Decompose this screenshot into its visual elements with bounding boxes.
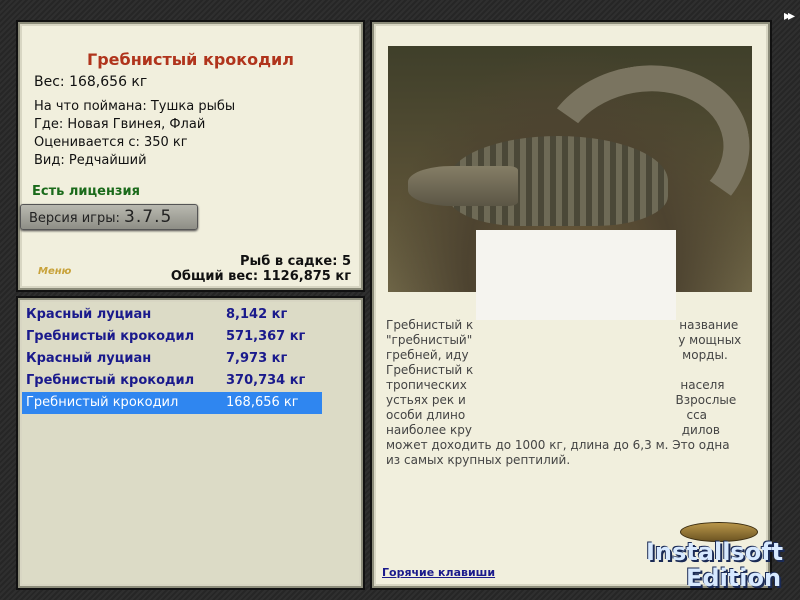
fish-detail-panel: Гребнистый к название "гребнистый" у мощн… [370,20,772,590]
catch-list-panel: Красный луциан 8,142 кг Гребнистый крокоди… [16,296,365,590]
license-status: Есть лицензия [32,184,140,199]
catch-name: Гребнистый крокодил [26,395,179,410]
catch-weight: 168,656 кг [226,395,299,410]
catch-weight: 7,973 кг [226,351,288,366]
version-badge: Версия игры: 3.7.5 [20,204,198,230]
catch-name: Гребнистый крокодил [26,329,195,344]
description-line: устьях рек и Взрослые [386,393,737,407]
version-value: 3.7.5 [124,207,173,227]
fish-title: Гребнистый крокодил [87,50,294,69]
catch-weight: 8,142 кг [226,307,288,322]
description-line: Гребнистый к название [386,318,739,332]
fact-valued-from: Оценивается с: 350 кг [34,135,188,150]
forward-arrows-icon[interactable]: ▸▸ [784,8,795,24]
description-line: особи длино сса [386,408,708,422]
cage-stats: Рыб в садке: 5 Общий вес: 1126,875 кг [171,254,351,284]
fish-info-panel: Гребнистый крокодил Вес: 168,656 кг На ч… [16,20,365,292]
catch-name: Красный луциан [26,351,152,366]
logo-line1: Installsoft [646,538,784,566]
catch-row[interactable]: Гребнистый крокодил 571,367 кг [22,326,322,348]
description-line: "гребнистый" у мощных [386,333,742,347]
description-line: гребней, иду морды. [386,348,728,362]
description-line: наиболее кру дилов [386,423,720,437]
fish-facts: На что поймана: Тушка рыбы Где: Новая Гв… [34,98,235,170]
app-frame: ▸▸ Гребнистый крокодил Вес: 168,656 кг Н… [0,0,800,600]
crocodile-head [408,166,518,206]
description-line: из самых крупных рептилий. [386,453,571,467]
menu-button[interactable]: Меню [38,266,71,277]
catch-list: Красный луциан 8,142 кг Гребнистый крокоди… [22,304,322,414]
fact-bait: На что поймана: Тушка рыбы [34,99,236,114]
fact-location: Где: Новая Гвинея, Флай [34,117,206,132]
catch-row[interactable]: Красный луциан 8,142 кг [22,304,322,326]
fact-rarity: Вид: Редчайший [34,153,147,168]
fish-description: Гребнистый к название "гребнистый" у мощн… [386,318,756,468]
catch-name: Гребнистый крокодил [26,373,195,388]
description-line: может доходить до 1000 кг, длина до 6,3 … [386,438,730,452]
description-line: тропических населя [386,378,725,392]
blank-overlay [476,230,676,320]
catch-row[interactable]: Гребнистый крокодил 370,734 кг [22,370,322,392]
catch-name: Красный луциан [26,307,152,322]
catch-row[interactable]: Гребнистый крокодил 168,656 кг [22,392,322,414]
catch-weight: 370,734 кг [226,373,306,388]
fish-weight: Вес: 168,656 кг [34,74,148,90]
fish-in-cage: Рыб в садке: 5 [239,254,351,269]
logo-line2: Edition [686,564,782,592]
hotkeys-link[interactable]: Горячие клавиши [382,566,495,579]
catch-weight: 571,367 кг [226,329,306,344]
installsoft-logo: Installsoft Edition [640,520,798,598]
version-label: Версия игры: [29,211,120,226]
description-line: Гребнистый к [386,363,474,377]
total-weight: Общий вес: 1126,875 кг [170,269,351,284]
catch-row[interactable]: Красный луциан 7,973 кг [22,348,322,370]
